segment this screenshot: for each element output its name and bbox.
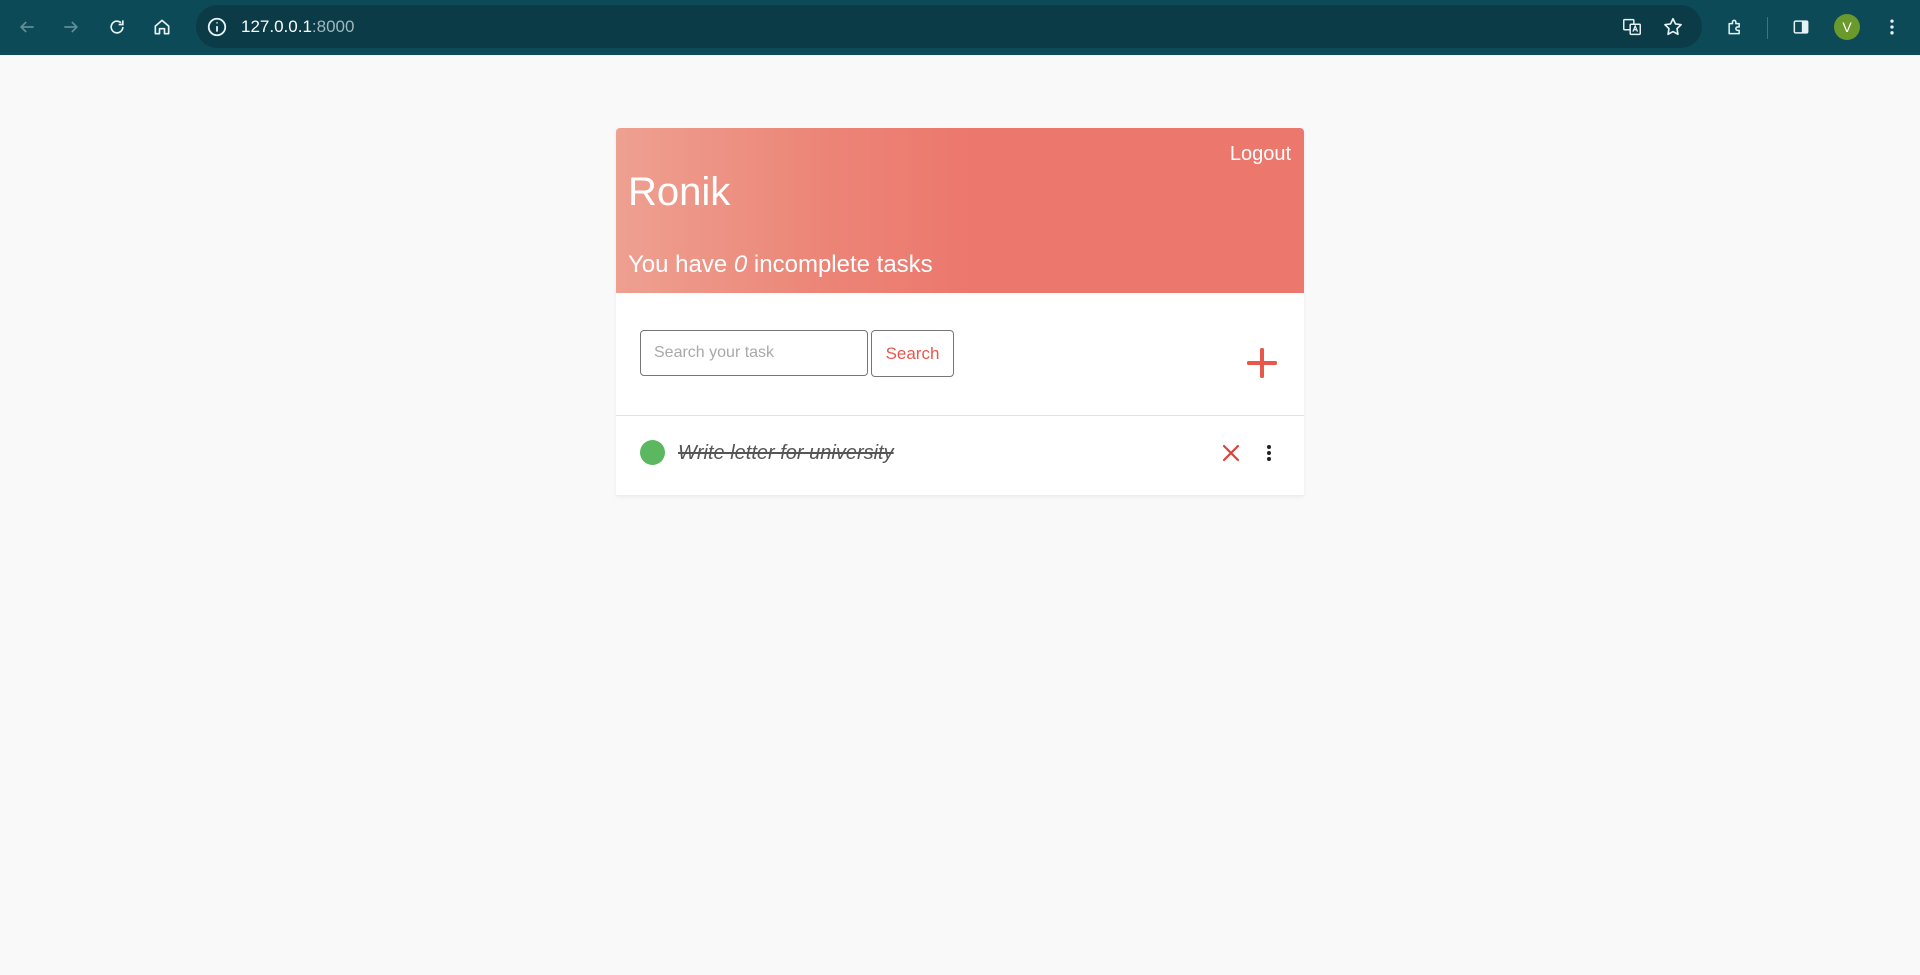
reload-icon[interactable] xyxy=(102,12,132,42)
todo-card: Logout Ronik You have 0 incomplete tasks… xyxy=(616,128,1304,495)
more-vertical-icon xyxy=(1267,445,1271,461)
extensions-icon[interactable] xyxy=(1720,12,1750,42)
profile-avatar[interactable]: V xyxy=(1834,14,1860,40)
side-panel-icon[interactable] xyxy=(1786,12,1816,42)
url-port: :8000 xyxy=(311,17,355,36)
url-host: 127.0.0.1 xyxy=(241,17,312,36)
home-icon[interactable] xyxy=(147,12,177,42)
browser-toolbar: 127.0.0.1:8000 V xyxy=(0,0,1920,55)
summary-suffix: incomplete tasks xyxy=(747,251,933,278)
toolbar-divider xyxy=(1767,17,1768,39)
task-title[interactable]: Write letter for university xyxy=(678,442,894,465)
incomplete-summary: You have 0 incomplete tasks xyxy=(628,251,933,279)
address-bar[interactable]: 127.0.0.1:8000 xyxy=(196,5,1702,48)
plus-icon xyxy=(1247,348,1277,378)
url-text[interactable]: 127.0.0.1:8000 xyxy=(241,17,354,37)
back-icon[interactable] xyxy=(12,12,42,42)
task-options-button[interactable] xyxy=(1264,442,1274,464)
add-task-button[interactable] xyxy=(1246,347,1278,379)
search-input[interactable] xyxy=(640,330,868,376)
bookmark-star-icon[interactable] xyxy=(1662,16,1684,38)
delete-task-button[interactable] xyxy=(1220,442,1242,464)
logout-link[interactable]: Logout xyxy=(1230,143,1291,166)
menu-kebab-icon[interactable] xyxy=(1877,12,1907,42)
site-info-icon[interactable] xyxy=(206,16,228,38)
search-bar: Search xyxy=(616,293,1304,416)
user-name: Ronik xyxy=(628,170,731,214)
close-icon xyxy=(1222,444,1240,462)
forward-icon[interactable] xyxy=(56,12,86,42)
incomplete-count: 0 xyxy=(733,251,748,278)
header-banner: Logout Ronik You have 0 incomplete tasks xyxy=(616,128,1304,293)
task-status-toggle[interactable] xyxy=(640,440,665,465)
translate-icon[interactable] xyxy=(1621,16,1643,38)
summary-prefix: You have xyxy=(628,251,734,278)
task-item: Write letter for university xyxy=(616,416,1304,495)
search-button[interactable]: Search xyxy=(871,330,954,377)
